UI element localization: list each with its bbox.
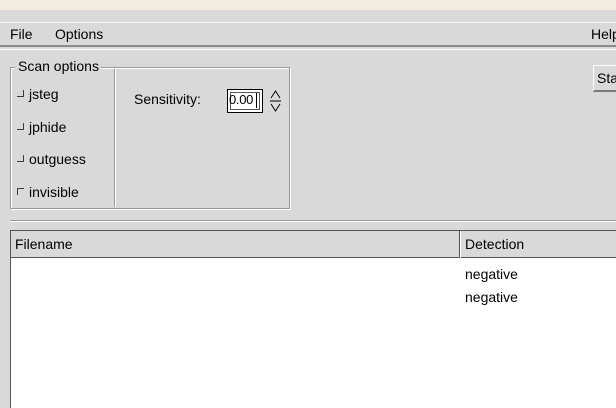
checkbox-off-icon bbox=[17, 123, 24, 130]
table-row[interactable]: negative bbox=[465, 287, 518, 308]
column-header-label: Detection bbox=[465, 236, 525, 252]
sensitivity-input[interactable]: 0.00 bbox=[227, 89, 263, 113]
checkbox-on-icon bbox=[17, 188, 24, 195]
text-cursor bbox=[256, 93, 257, 108]
sensitivity-value: 0.00 bbox=[229, 92, 254, 107]
menu-help[interactable]: Help bbox=[591, 26, 616, 42]
column-header-filename[interactable]: Filename bbox=[11, 231, 460, 258]
group-divider bbox=[114, 69, 115, 207]
checkbox-off-icon bbox=[17, 155, 24, 162]
menu-options[interactable]: Options bbox=[55, 26, 103, 42]
checkbox-label: jphide bbox=[29, 119, 67, 135]
checkbox-label: invisible bbox=[29, 184, 79, 200]
column-header-detection[interactable]: Detection bbox=[461, 231, 616, 258]
scan-options-title: Scan options bbox=[15, 58, 101, 74]
checkbox-label: jsteg bbox=[29, 86, 59, 102]
menubar: File Options Help bbox=[0, 22, 616, 47]
menu-file[interactable]: File bbox=[10, 26, 33, 42]
column-header-label: Filename bbox=[15, 236, 73, 252]
menubar-separator bbox=[0, 49, 616, 50]
results-table: Filename Detection negative negative bbox=[10, 230, 616, 408]
horizontal-separator bbox=[10, 220, 616, 221]
sensitivity-label: Sensitivity: bbox=[134, 91, 201, 107]
checkbox-off-icon bbox=[17, 90, 24, 97]
window-top-strip bbox=[0, 0, 616, 10]
start-button[interactable]: Start bbox=[593, 65, 616, 92]
start-button-label: Start bbox=[597, 70, 616, 86]
checkbox-label: outguess bbox=[29, 151, 86, 167]
spin-arrows-icon[interactable] bbox=[270, 90, 281, 112]
table-row[interactable]: negative bbox=[465, 264, 518, 285]
